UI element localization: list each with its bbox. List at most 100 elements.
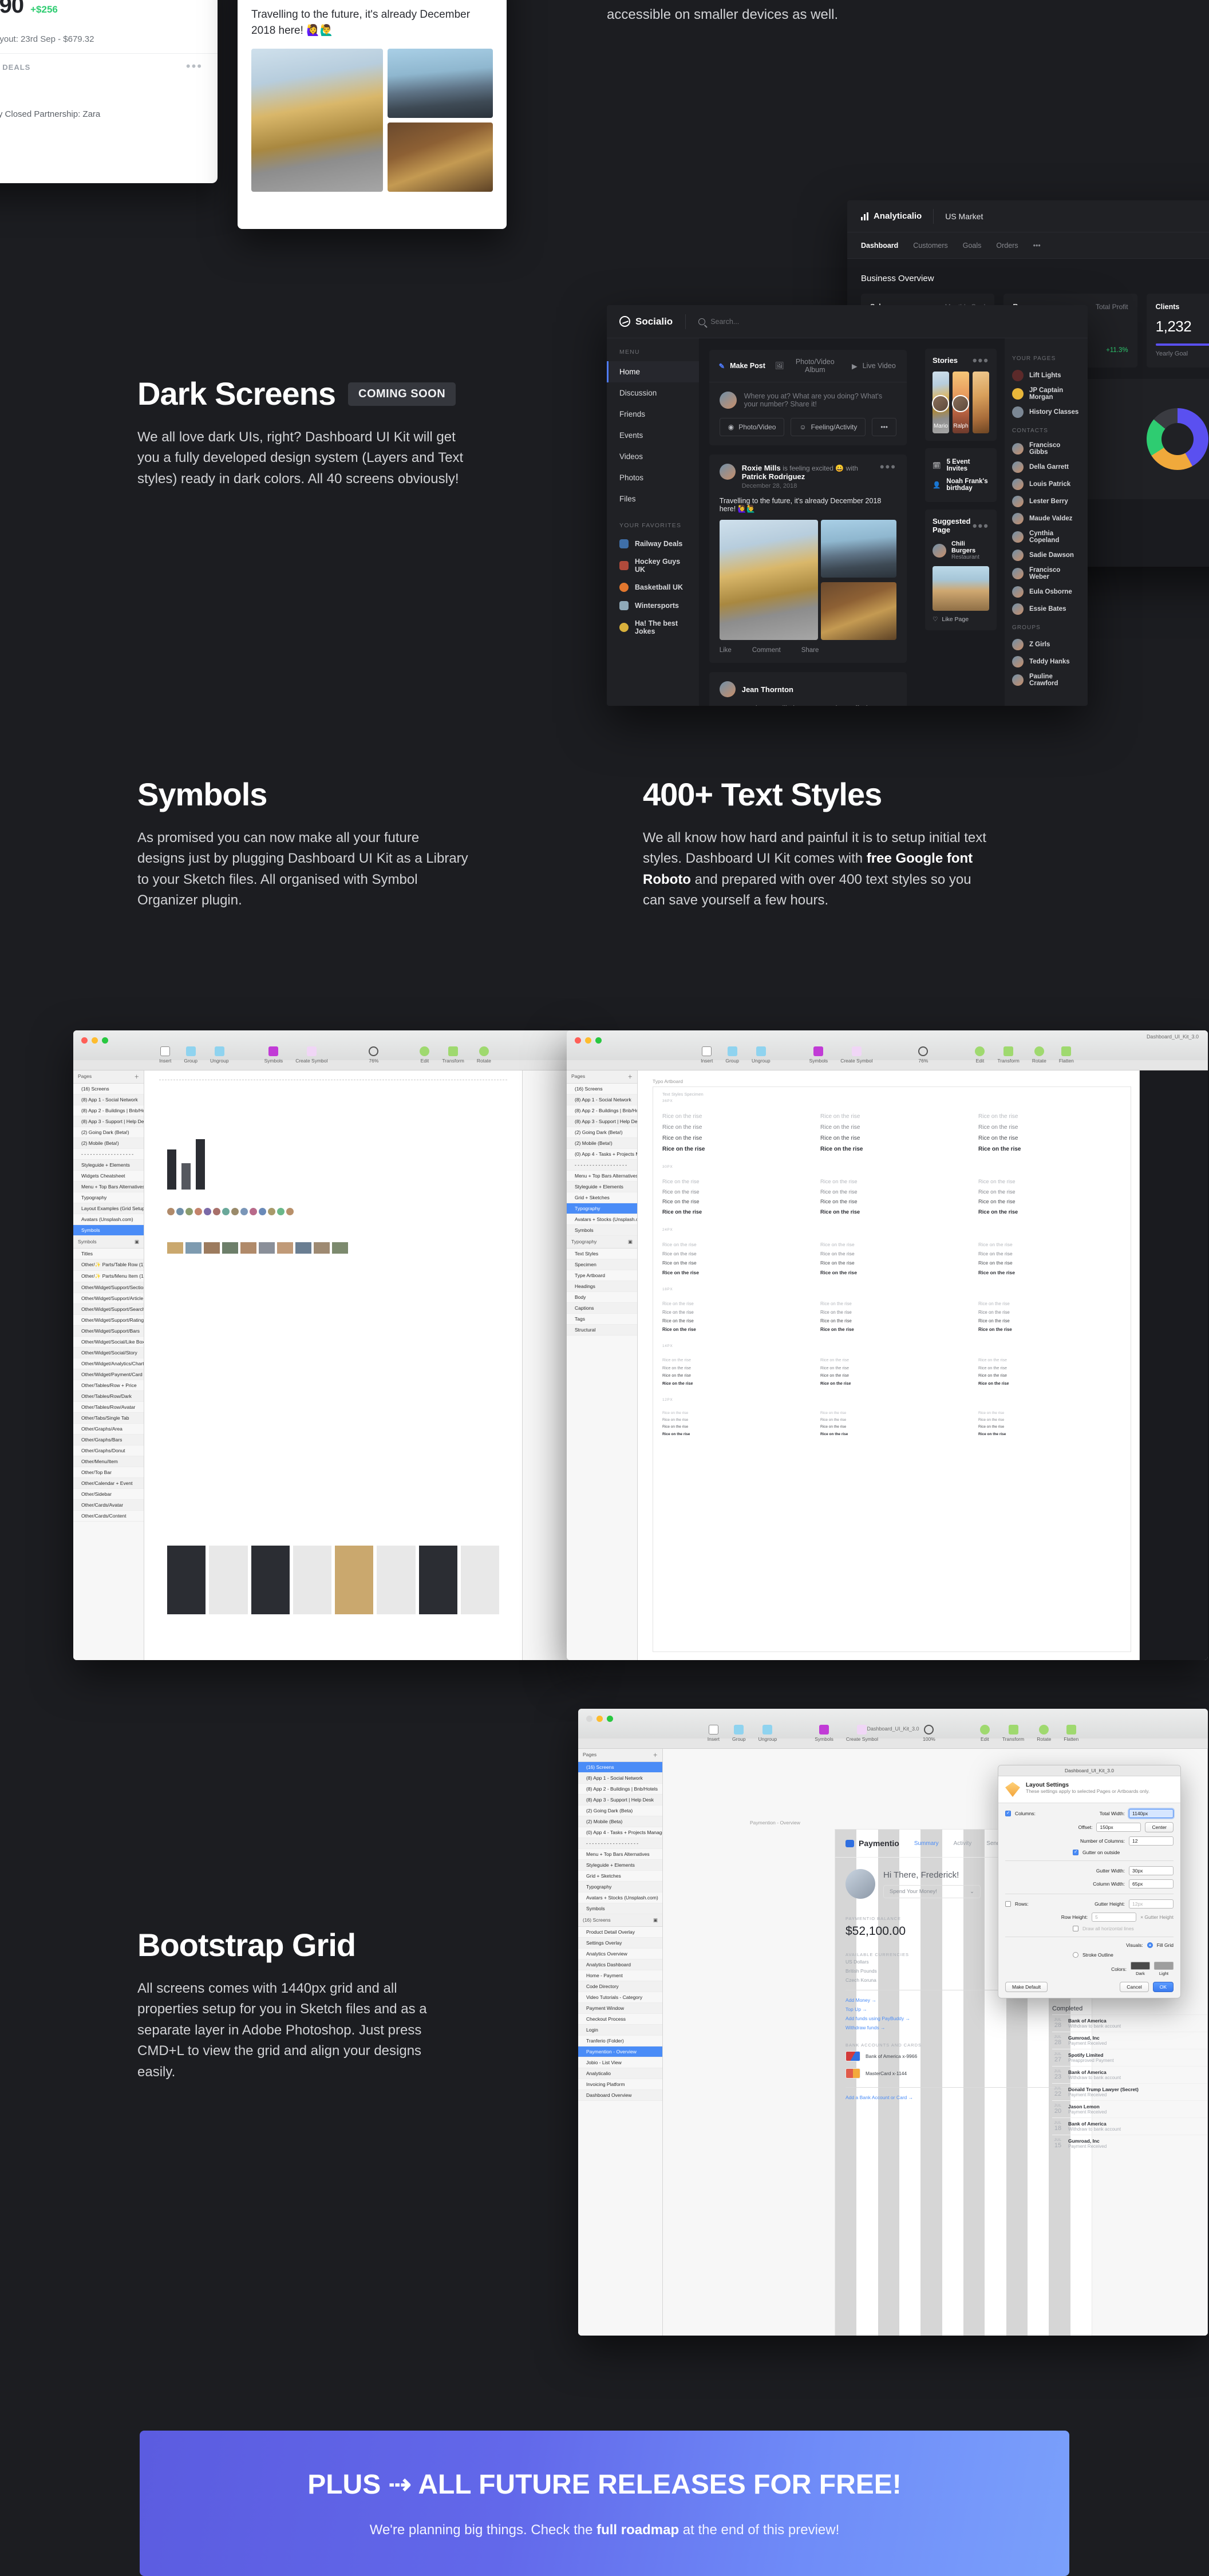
tab-photo-video-album[interactable]: 🖼 Photo/Video Album <box>775 350 841 382</box>
column-width-input[interactable]: 65px <box>1129 1879 1174 1888</box>
sidebar-item-events[interactable]: Events <box>607 425 699 446</box>
layer-row[interactable]: Other/Graphs/Donut <box>73 1445 144 1456</box>
minimize-icon[interactable] <box>596 1716 603 1722</box>
nav-goals[interactable]: Goals <box>963 242 982 250</box>
action-more[interactable]: ••• <box>872 418 896 436</box>
layer-row[interactable]: Dashboard Overview <box>578 2090 662 2101</box>
page-row[interactable]: (8) App 1 - Social Network <box>567 1095 637 1105</box>
story-ralph[interactable]: Ralph <box>952 372 970 433</box>
rotate-button[interactable]: Rotate <box>1032 1046 1046 1064</box>
deals-menu-icon[interactable]: ••• <box>186 60 203 73</box>
layer-row[interactable]: Other/Widget/Social/Like Box <box>73 1337 144 1348</box>
contact-row[interactable]: Essie Bates <box>1012 600 1080 618</box>
post-photo-road[interactable] <box>251 49 383 192</box>
page-row[interactable]: Typography <box>567 1203 637 1214</box>
collapse-icon[interactable]: ▣ <box>628 1239 633 1245</box>
contact-row[interactable]: Maude Valdez <box>1012 510 1080 527</box>
layer-row[interactable]: Code Directory <box>578 1981 662 1992</box>
ungroup-button[interactable]: Ungroup <box>210 1046 229 1064</box>
symbols-button[interactable]: Symbols <box>809 1046 828 1064</box>
page-row[interactable]: Symbols <box>578 1903 662 1914</box>
layer-row[interactable]: Paymention - Overview <box>578 2046 662 2057</box>
zoom-icon[interactable] <box>595 1037 602 1044</box>
post-comment[interactable]: Comment <box>752 647 781 654</box>
suggested-page-photo[interactable] <box>932 566 989 611</box>
make-default-button[interactable]: Make Default <box>1005 1982 1048 1992</box>
nav-orders[interactable]: Orders <box>996 242 1018 250</box>
page-row[interactable]: (8) App 3 - Support | Help Desk <box>578 1795 662 1805</box>
tab-summary[interactable]: Summary <box>914 1840 939 1847</box>
symbols-button[interactable]: Symbols <box>815 1725 833 1742</box>
page-row[interactable]: (8) App 3 - Support | Help Desk <box>567 1116 637 1127</box>
layer-row[interactable]: Other/Widget/Support/Rating <box>73 1315 144 1326</box>
minimize-icon[interactable] <box>92 1037 98 1044</box>
page-row[interactable]: (8) App 3 - Support | Help Desk <box>73 1116 144 1127</box>
rotate-button[interactable]: Rotate <box>477 1046 491 1064</box>
gutter-height-input[interactable]: 12px <box>1129 1899 1174 1909</box>
page-row[interactable]: Styleguide + Elements <box>73 1160 144 1171</box>
columns-checkbox[interactable] <box>1005 1810 1011 1816</box>
layer-row[interactable]: Home - Payment <box>578 1970 662 1981</box>
transaction-row[interactable]: JUL 20 Jason Lemon Payment Received <box>1052 2100 1207 2117</box>
layer-row[interactable]: Other/Tables/Row/Avatar <box>73 1402 144 1413</box>
nav-customers[interactable]: Customers <box>913 242 947 250</box>
sketch-canvas[interactable]: Paymention - Overview Paymentio Summary … <box>663 1749 1207 2336</box>
tab-activity[interactable]: Activity <box>954 1840 972 1847</box>
contact-row[interactable]: Francisco Gibbs <box>1012 439 1080 459</box>
layer-row[interactable]: Other/Tables/Row/Dark <box>73 1391 144 1402</box>
page-row[interactable]: (2) Going Dark (Beta!) <box>567 1127 637 1138</box>
sidebar-item-photos[interactable]: Photos <box>607 467 699 488</box>
light-swatch[interactable] <box>1154 1962 1174 1970</box>
ok-button[interactable]: OK <box>1152 1982 1174 1992</box>
layer-row[interactable]: Analytics Overview <box>578 1949 662 1959</box>
insert-button[interactable]: Insert <box>701 1046 713 1064</box>
group-button[interactable]: Group <box>725 1046 739 1064</box>
post-photo-road[interactable] <box>719 520 818 640</box>
favorite-wintersports[interactable]: Wintersports <box>607 596 699 615</box>
zoom-icon[interactable] <box>102 1037 108 1044</box>
layer-row[interactable]: Other/Tabs/Single Tab <box>73 1413 144 1424</box>
group-button[interactable]: Group <box>184 1046 197 1064</box>
page-row[interactable]: (16) Screens <box>567 1084 637 1095</box>
group-row[interactable]: Pauline Crawford <box>1012 670 1080 690</box>
layer-row[interactable]: Headings <box>567 1281 637 1292</box>
transaction-row[interactable]: JUL 15 Gumroad, Inc Payment Received <box>1052 2135 1207 2152</box>
layer-row[interactable]: Video Tutorials - Category <box>578 1992 662 2003</box>
edit-button[interactable]: Edit <box>420 1046 430 1064</box>
like-page-button[interactable]: Like Page <box>942 616 969 623</box>
event-invites[interactable]: 🗓 5 Event Invites <box>933 456 989 475</box>
page-row[interactable]: - - - - - - - - - - - - - - - - - - <box>567 1160 637 1171</box>
contact-row[interactable]: Cynthia Copeland <box>1012 527 1080 547</box>
flatten-button[interactable]: Flatten <box>1059 1046 1074 1064</box>
layer-row[interactable]: Other/Graphs/Area <box>73 1424 144 1435</box>
contact-row[interactable]: Della Garrett <box>1012 459 1080 476</box>
layer-row[interactable]: Structural <box>567 1325 637 1336</box>
layer-row[interactable]: Other/Cards/Avatar <box>73 1500 144 1511</box>
sketch-canvas[interactable]: Typo Artboard Text Styles Specimen 36PX R… <box>638 1070 1139 1660</box>
flatten-button[interactable]: Flatten <box>1064 1725 1078 1742</box>
page-row[interactable]: - - - - - - - - - - - - - - - - - - <box>578 1838 662 1849</box>
page-row[interactable]: (8) App 2 - Buildings | Bnb/Hotels <box>578 1784 662 1795</box>
contact-row[interactable]: Lester Berry <box>1012 493 1080 510</box>
page-row[interactable]: Menu + Top Bars Alternatives <box>73 1182 144 1192</box>
post-like[interactable]: Like <box>720 647 732 654</box>
page-row[interactable]: Symbols <box>73 1225 144 1236</box>
close-icon[interactable] <box>575 1037 581 1044</box>
page-row[interactable]: Avatars (Unsplash.com) <box>73 1214 144 1225</box>
window-controls[interactable] <box>575 1037 602 1044</box>
layer-row[interactable]: Tranferio (Folder) <box>578 2036 662 2046</box>
page-row[interactable]: Layout Examples (Grid Setup) <box>73 1203 144 1214</box>
contact-row[interactable]: Francisco Weber <box>1012 564 1080 583</box>
page-row[interactable]: (2) Going Dark (Beta) <box>578 1805 662 1816</box>
sidebar-item-videos[interactable]: Videos <box>607 446 699 467</box>
layer-row[interactable]: Specimen <box>567 1259 637 1270</box>
search-input[interactable]: Search... <box>698 318 739 326</box>
transaction-row[interactable]: JUL 28 Gumroad, Inc Payment Received <box>1052 2032 1207 2049</box>
contact-row[interactable]: Sadie Dawson <box>1012 547 1080 564</box>
layer-row[interactable]: Analyticalio <box>578 2068 662 2079</box>
layer-row[interactable]: Login <box>578 2025 662 2036</box>
analyticalio-logo[interactable]: Analyticalio <box>861 211 922 221</box>
page-row[interactable]: (16) Screens <box>578 1762 662 1773</box>
favorite-basketball[interactable]: Basketball UK <box>607 578 699 596</box>
window-controls[interactable] <box>586 1716 613 1722</box>
